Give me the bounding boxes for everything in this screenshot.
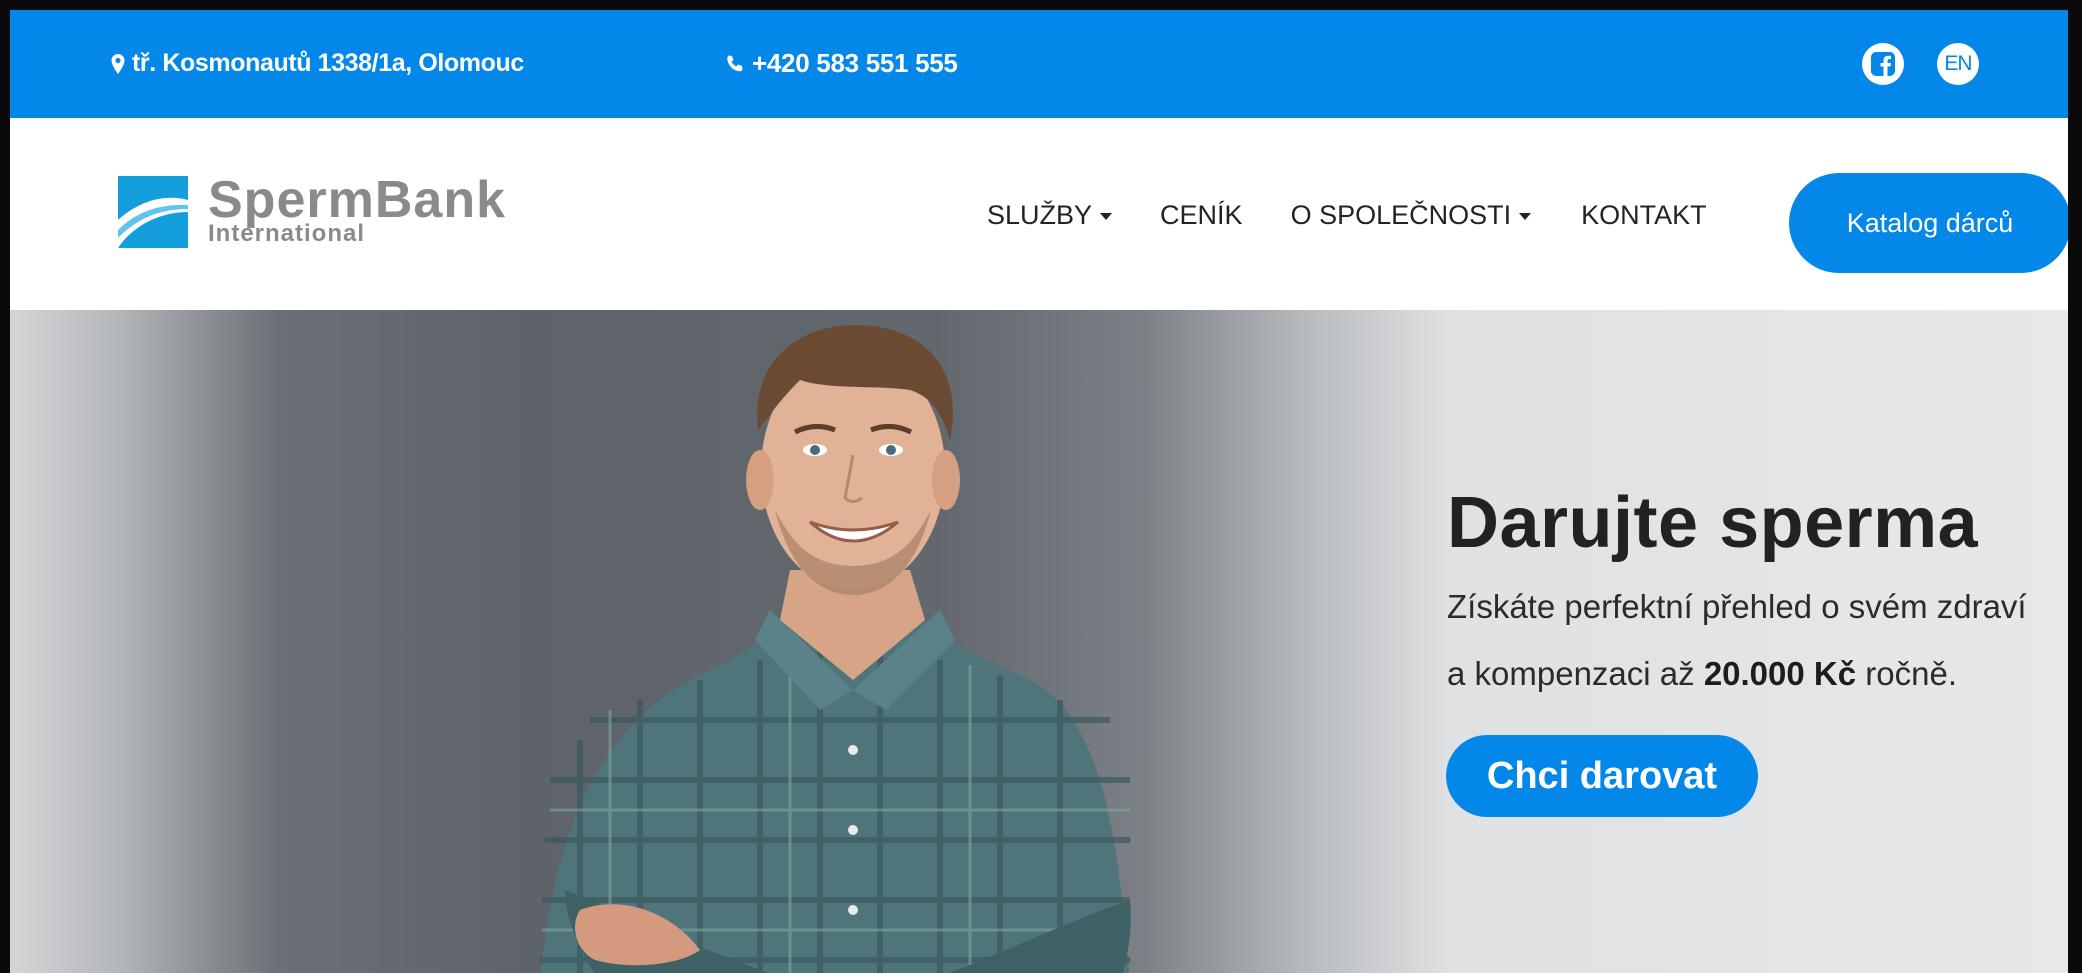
hero-text: ročně. — [1856, 655, 1957, 692]
nav-item-cenik[interactable]: CENÍK — [1160, 200, 1243, 231]
hero-subtitle-line1: Získáte perfektní přehled o svém zdraví — [1447, 588, 2027, 625]
hero-subtitle-line2: a kompenzaci až 20.000 Kč ročně. — [1447, 655, 1957, 693]
nav-item-sluzby[interactable]: SLUŽBY — [987, 200, 1113, 231]
phone-link[interactable]: +420 583 551 555 — [725, 48, 958, 79]
caret-down-icon — [1100, 213, 1113, 220]
main-navbar: SpermBank International SLUŽBY CENÍK O S… — [10, 118, 2068, 310]
logo-subtitle: International — [208, 220, 366, 247]
facebook-link[interactable] — [1862, 43, 1904, 85]
address-text: tř. Kosmonautů 1338/1a, Olomouc — [132, 49, 524, 77]
nav-item-kontakt[interactable]: KONTAKT — [1581, 200, 1707, 231]
main-menu: SLUŽBY CENÍK O SPOLEČNOSTI KONTAKT — [987, 200, 1707, 231]
nav-item-o-spolecnosti[interactable]: O SPOLEČNOSTI — [1291, 200, 1532, 231]
browser-viewport: tř. Kosmonautů 1338/1a, Olomouc +420 583… — [0, 0, 2082, 973]
address-link[interactable]: tř. Kosmonautů 1338/1a, Olomouc — [110, 49, 524, 78]
map-pin-icon — [111, 53, 125, 74]
facebook-icon — [1871, 52, 1895, 76]
top-info-bar: tř. Kosmonautů 1338/1a, Olomouc +420 583… — [10, 10, 2068, 118]
nav-item-label: CENÍK — [1160, 200, 1243, 230]
caret-down-icon — [1519, 213, 1532, 220]
phone-icon — [727, 55, 743, 71]
phone-text: +420 583 551 555 — [752, 48, 958, 78]
hero-banner: Darujte sperma Získáte perfektní přehled… — [10, 310, 2068, 973]
nav-item-label: O SPOLEČNOSTI — [1290, 200, 1512, 230]
logo-name: SpermBank — [208, 171, 506, 229]
hero-photo-man — [540, 325, 1131, 973]
compensation-amount: 20.000 Kč — [1703, 655, 1857, 692]
hero-title: Darujte sperma — [1447, 483, 1979, 563]
donate-button[interactable]: Chci darovat — [1446, 735, 1758, 817]
site-logo[interactable]: SpermBank International — [114, 172, 514, 262]
hero-text: a kompenzaci až — [1447, 655, 1704, 692]
nav-item-label: SLUŽBY — [987, 200, 1093, 230]
donor-catalog-button[interactable]: Katalog dárců — [1789, 173, 2068, 273]
logo-mark — [118, 176, 188, 248]
nav-item-label: KONTAKT — [1581, 200, 1707, 230]
language-switch[interactable]: EN — [1937, 43, 1979, 85]
